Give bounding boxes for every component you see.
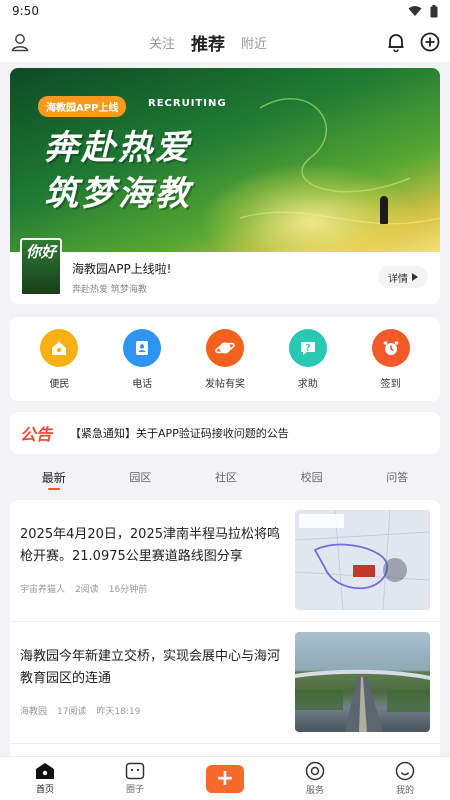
- post-plus-button[interactable]: +: [206, 764, 244, 793]
- feed-title[interactable]: 2025年4月20日，2025津南半程马拉松将鸣枪开赛。21.0975公里赛道路…: [20, 524, 284, 568]
- feed-author[interactable]: 宇宙养猫人: [20, 582, 65, 595]
- feed-reads: 17阅读: [57, 707, 87, 717]
- bottom-tab-label: 首页: [35, 785, 54, 795]
- banner-headline-2: 筑梦海教: [44, 174, 192, 214]
- quick-label: 求助: [297, 378, 318, 390]
- bell-icon[interactable]: [386, 32, 406, 52]
- detail-label: 详情: [388, 273, 408, 285]
- quick-label: 电话: [132, 378, 153, 390]
- banner-card[interactable]: 海教园APP上线 RECRUITING 奔赴热爱 筑梦海教 你好 海教园APP上…: [10, 68, 440, 304]
- banner-info: 你好 海教园APP上线啦! 奔赴热爱 筑梦海教 详情: [10, 238, 440, 304]
- notice-bar[interactable]: 公告 【紧急通知】关于APP验证码接收问题的公告: [10, 412, 440, 454]
- quick-phone[interactable]: 电话: [112, 328, 172, 390]
- smiley-icon: [395, 761, 415, 781]
- feed-time: 昨天18:19: [96, 707, 141, 717]
- top-nav: 关注 推荐 附近: [0, 22, 450, 62]
- status-bar: 9:50: [0, 0, 450, 22]
- banner-badge: 海教园APP上线: [38, 96, 127, 117]
- feed-title[interactable]: 海教园今年新建立交桥，实现会展中心与海河教育园区的连通: [20, 646, 284, 690]
- bottom-tab-home[interactable]: 首页: [17, 762, 73, 795]
- feed-list: 2025年4月20日，2025津南半程马拉松将鸣枪开赛。21.0975公里赛道路…: [10, 500, 440, 760]
- status-icons: [408, 4, 438, 18]
- help-chat-icon: ?: [288, 328, 327, 367]
- banner-thumbnail: 你好: [20, 238, 62, 296]
- add-circle-icon[interactable]: [420, 32, 440, 52]
- banner-image[interactable]: 海教园APP上线 RECRUITING 奔赴热爱 筑梦海教: [10, 68, 440, 252]
- banner-subtitle: 奔赴热爱 筑梦海教: [72, 285, 147, 295]
- quick-checkin[interactable]: 签到: [361, 328, 421, 390]
- bottom-tab-label: 圈子: [125, 785, 144, 795]
- feed-meta: 宇宙养猫人 2阅读 16分钟前: [20, 582, 147, 595]
- active-tab-indicator: [47, 487, 60, 490]
- feed-meta: 海教园 17阅读 昨天18:19: [20, 704, 140, 717]
- feed-tabs: 关注 推荐 附近: [149, 30, 267, 55]
- detail-button[interactable]: 详情: [378, 266, 428, 288]
- alarm-clock-icon: [371, 328, 410, 367]
- nav-actions: [386, 32, 440, 52]
- feed-thumbnail-bridge[interactable]: [295, 632, 430, 732]
- bottom-tab-label: 我的: [395, 786, 414, 796]
- contact-book-icon: [123, 328, 162, 367]
- battery-icon: [430, 4, 438, 17]
- service-target-icon: [305, 761, 325, 781]
- tab-qa[interactable]: 问答: [386, 469, 408, 485]
- bottom-tab-label: 服务: [305, 786, 324, 796]
- quick-convenience[interactable]: 便民: [29, 328, 89, 390]
- quick-help[interactable]: ? 求助: [278, 328, 338, 390]
- user-icon[interactable]: [10, 32, 30, 52]
- svg-text:?: ?: [305, 343, 310, 353]
- notice-tag: 公告: [20, 425, 53, 444]
- banner-headline-1: 奔赴热爱: [44, 128, 192, 168]
- planet-icon: [205, 328, 244, 367]
- tab-recommended[interactable]: 推荐: [191, 30, 225, 55]
- caret-right-icon: [412, 273, 418, 281]
- wifi-icon: [408, 6, 422, 16]
- quick-label: 发帖有奖: [204, 378, 245, 390]
- quick-label: 签到: [380, 378, 401, 390]
- quick-actions: 便民 电话 发帖有奖 ? 求助 签到: [10, 317, 440, 401]
- chat-face-icon: [125, 762, 145, 780]
- tab-community[interactable]: 社区: [215, 469, 237, 485]
- house-icon: [40, 328, 79, 367]
- feed-item[interactable]: 海教园今年新建立交桥，实现会展中心与海河教育园区的连通 海教园 17阅读 昨天1…: [10, 622, 440, 744]
- tab-campus[interactable]: 校园: [301, 469, 323, 485]
- feed-time: 16分钟前: [108, 585, 148, 595]
- feed-author[interactable]: 海教园: [20, 704, 47, 717]
- feed-reads: 2阅读: [75, 585, 99, 595]
- quick-label: 便民: [49, 378, 70, 390]
- banner-recruiting: RECRUITING: [148, 98, 227, 109]
- category-tabs: 最新 园区 社区 校园 问答: [10, 460, 440, 494]
- status-time: 9:50: [12, 4, 39, 18]
- feed-thumbnail-map[interactable]: [295, 510, 430, 610]
- tab-following[interactable]: 关注: [149, 33, 175, 52]
- bottom-tab-circle[interactable]: 圈子: [107, 762, 163, 795]
- bottom-tab-post[interactable]: +: [197, 764, 253, 793]
- bottom-tab-bar: 首页 圈子 + 服务 我的: [0, 756, 450, 800]
- quick-post-reward[interactable]: 发帖有奖: [195, 328, 255, 390]
- home-icon: [36, 763, 54, 779]
- feed-item[interactable]: 2025年4月20日，2025津南半程马拉松将鸣枪开赛。21.0975公里赛道路…: [10, 500, 440, 622]
- notice-text[interactable]: 【紧急通知】关于APP验证码接收问题的公告: [70, 425, 289, 441]
- tab-park[interactable]: 园区: [129, 469, 151, 485]
- banner-title: 海教园APP上线啦!: [72, 262, 172, 276]
- tab-latest[interactable]: 最新: [41, 469, 66, 490]
- bottom-tab-me[interactable]: 我的: [377, 761, 433, 796]
- tab-label: 最新: [41, 470, 66, 485]
- banner-person-silhouette: [380, 196, 388, 224]
- tab-nearby[interactable]: 附近: [241, 33, 267, 52]
- bottom-tab-service[interactable]: 服务: [287, 761, 343, 796]
